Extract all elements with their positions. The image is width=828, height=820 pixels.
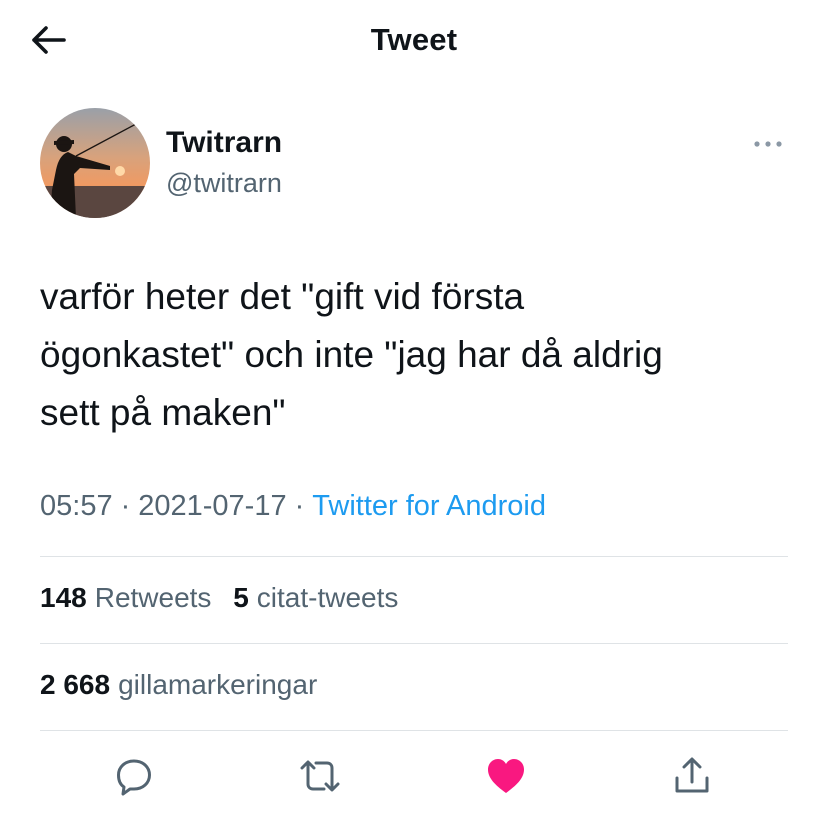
divider — [40, 556, 788, 557]
share-icon — [675, 757, 709, 793]
avatar[interactable] — [40, 108, 150, 218]
tweet-text-line: ögonkastet" och inte "jag har då aldrig — [40, 334, 663, 375]
quote-tweets-label: citat-tweets — [256, 582, 399, 613]
tweet-date[interactable]: 2021-07-17 — [138, 490, 286, 522]
retweet-button[interactable] — [296, 752, 344, 800]
tweet-actions-bar — [0, 752, 828, 800]
quote-tweets-count: 5 — [233, 582, 249, 613]
more-horizontal-icon — [754, 141, 782, 147]
meta-separator: · — [120, 490, 131, 522]
likes-stats-row: 2 668 gillamarkeringar — [40, 669, 331, 701]
tweet-text-line: sett på maken" — [40, 392, 286, 433]
retweets-stat[interactable]: 148 Retweets — [40, 582, 211, 613]
divider — [40, 643, 788, 644]
likes-label: gillamarkeringar — [118, 669, 318, 700]
retweet-icon — [300, 760, 340, 792]
like-button[interactable] — [482, 752, 530, 800]
tweet-text-line: varför heter det "gift vid första — [40, 276, 525, 317]
likes-stat[interactable]: 2 668 gillamarkeringar — [40, 669, 317, 700]
likes-count: 2 668 — [40, 669, 111, 700]
author-name[interactable]: Twitrarn — [166, 126, 282, 160]
author-handle[interactable]: @twitrarn — [166, 168, 282, 199]
quote-tweets-stat[interactable]: 5 citat-tweets — [233, 582, 398, 613]
reply-icon — [117, 759, 151, 796]
reply-button[interactable] — [110, 752, 158, 800]
retweets-label: Retweets — [94, 582, 212, 613]
avatar-image — [40, 108, 150, 218]
divider — [40, 730, 788, 731]
top-bar: Tweet — [0, 0, 828, 82]
page-title: Tweet — [370, 22, 458, 57]
retweet-stats-row: 148 Retweets 5 citat-tweets — [40, 582, 412, 614]
tweet-time[interactable]: 05:57 — [40, 490, 113, 522]
share-button[interactable] — [668, 752, 716, 800]
retweets-count: 148 — [40, 582, 87, 613]
heart-filled-icon — [488, 759, 524, 793]
tweet-meta: 05:57 · 2021-07-17 · Twitter for Android — [40, 490, 546, 523]
tweet-text: varför heter det "gift vid första ögonka… — [40, 268, 800, 442]
more-options-button[interactable] — [748, 132, 788, 156]
tweet-source-link[interactable]: Twitter for Android — [312, 490, 546, 522]
meta-separator: · — [294, 490, 305, 522]
